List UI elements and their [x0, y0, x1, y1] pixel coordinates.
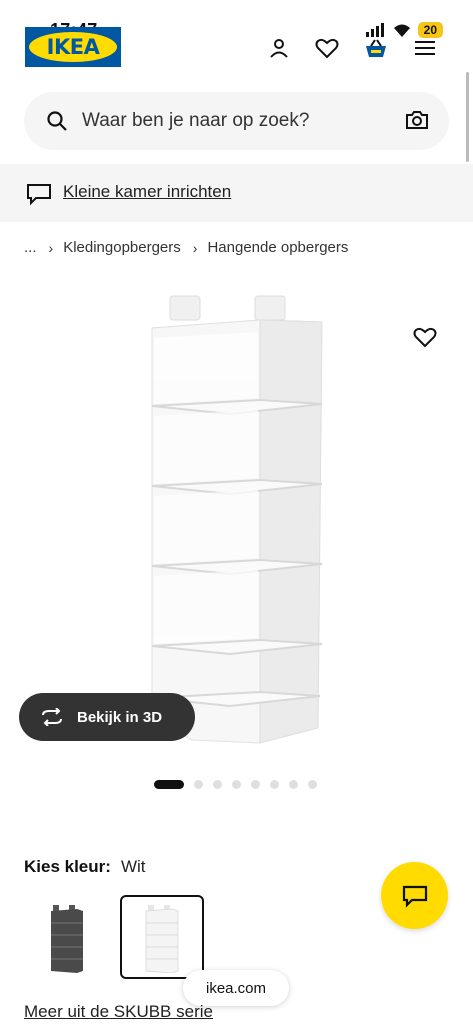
view-3d-button[interactable]: Bekijk in 3D: [19, 693, 195, 741]
logo-text: IKEA: [46, 35, 100, 59]
camera-icon[interactable]: [405, 109, 429, 136]
pagination-dot[interactable]: [251, 780, 260, 789]
heart-icon[interactable]: [313, 34, 341, 62]
banner-link[interactable]: Kleine kamer inrichten: [63, 182, 231, 202]
chat-bubble-icon: [26, 182, 52, 211]
rotate-3d-icon: [42, 708, 62, 726]
pagination-dot[interactable]: [289, 780, 298, 789]
pagination-dot[interactable]: [213, 780, 222, 789]
color-swatch-white[interactable]: [120, 895, 204, 979]
search-icon: [46, 110, 68, 137]
chat-button[interactable]: [381, 862, 448, 929]
browser-url-pill[interactable]: ikea.com: [183, 970, 289, 1006]
favorite-heart-icon[interactable]: [410, 322, 440, 352]
image-pagination: [154, 780, 317, 789]
breadcrumb: ... › Kledingopbergers › Hangende opberg…: [24, 239, 348, 256]
search-bar[interactable]: Waar ben je naar op zoek?: [24, 92, 449, 150]
pagination-dot[interactable]: [232, 780, 241, 789]
product-image[interactable]: [130, 288, 340, 748]
color-label: Kies kleur:: [24, 857, 111, 876]
breadcrumb-ellipsis[interactable]: ...: [24, 239, 37, 256]
pagination-dot-active[interactable]: [154, 780, 184, 789]
color-swatch-dark-grey[interactable]: [25, 895, 109, 979]
user-icon[interactable]: [265, 34, 293, 62]
breadcrumb-item-kledingopbergers[interactable]: Kledingopbergers: [63, 239, 181, 256]
color-value: Wit: [120, 857, 146, 876]
room-banner[interactable]: Kleine kamer inrichten: [0, 164, 473, 222]
chat-icon: [402, 885, 427, 908]
chevron-right-icon: ›: [192, 239, 198, 256]
breadcrumb-item-hangende-opbergers[interactable]: Hangende opbergers: [207, 239, 348, 256]
search-input[interactable]: Waar ben je naar op zoek?: [82, 110, 309, 132]
logo-oval: IKEA: [29, 32, 117, 62]
chevron-right-icon: ›: [48, 239, 54, 256]
bag-icon[interactable]: [362, 34, 390, 62]
pagination-dot[interactable]: [308, 780, 317, 789]
pagination-dot[interactable]: [194, 780, 203, 789]
scrollbar[interactable]: [466, 72, 469, 162]
ikea-logo[interactable]: IKEA: [25, 27, 121, 67]
pagination-dot[interactable]: [270, 780, 279, 789]
color-selector-heading: Kies kleur: Wit: [24, 857, 145, 877]
series-link[interactable]: Meer uit de SKUBB serie: [24, 1002, 213, 1022]
view-3d-label: Bekijk in 3D: [77, 708, 163, 726]
browser-url: ikea.com: [205, 979, 267, 997]
header: IKEA: [0, 22, 473, 72]
menu-icon[interactable]: [411, 34, 439, 62]
